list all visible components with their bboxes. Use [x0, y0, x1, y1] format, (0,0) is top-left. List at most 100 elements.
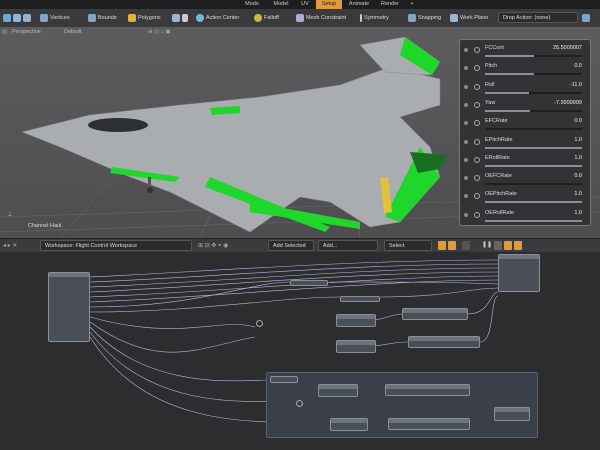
material-button[interactable] — [172, 12, 190, 24]
visibility-eye-icon[interactable] — [464, 194, 468, 199]
relay-dot-2[interactable] — [296, 400, 303, 407]
visibility-eye-icon[interactable] — [464, 157, 468, 162]
relay-dot-1[interactable] — [256, 320, 263, 327]
channel-slider[interactable] — [485, 91, 582, 94]
toolbar-extra-icons[interactable] — [582, 12, 592, 24]
orange-toggle-icon-2[interactable] — [448, 241, 456, 250]
falloff-button[interactable]: Falloff — [254, 12, 279, 24]
channel-slider[interactable] — [485, 146, 582, 149]
pause-icon[interactable]: ❚❚ — [482, 241, 492, 248]
backdrop-node-2[interactable] — [318, 384, 358, 397]
3d-viewport[interactable]: Perspective Default ⊕ ◎ ⌂ ▣ Channel Haul… — [0, 27, 600, 238]
keyframe-dot-icon[interactable] — [474, 211, 480, 218]
select-mode-icons[interactable] — [3, 12, 33, 24]
channel-row[interactable]: OEPitchRate 1.0 — [460, 189, 590, 208]
channel-value[interactable]: 1.0 — [574, 210, 582, 216]
grid-toggle-icon[interactable] — [462, 241, 470, 250]
channel-value[interactable]: -11.0 — [570, 82, 582, 88]
add-selected-button[interactable]: Add Selected — [268, 240, 314, 251]
keyframe-dot-icon[interactable] — [474, 120, 480, 127]
visibility-eye-icon[interactable] — [464, 102, 468, 107]
backdrop-node-4[interactable] — [494, 407, 530, 421]
backdrop-node-5[interactable] — [330, 418, 368, 431]
add-node-select[interactable]: Add... — [318, 240, 378, 251]
backdrop-node-6[interactable] — [388, 418, 470, 430]
channel-row[interactable]: EPitchRate 1.0 — [460, 135, 590, 154]
snapping-button[interactable]: Snapping — [408, 12, 441, 24]
channel-row[interactable]: FCCont 25.5000007 — [460, 43, 590, 62]
math-node-1[interactable] — [290, 280, 328, 286]
keyframe-dot-icon[interactable] — [474, 156, 480, 163]
keyframe-dot-icon[interactable] — [474, 193, 480, 200]
select-backdrop-button[interactable]: Select Backdrop — [384, 240, 432, 260]
channel-row[interactable]: Yaw -7.9999999 — [460, 98, 590, 117]
node-graph-canvas[interactable] — [0, 252, 600, 450]
channel-slider[interactable] — [485, 164, 582, 167]
channel-row[interactable]: Pitch 0.0 — [460, 61, 590, 80]
math-node-4[interactable] — [402, 308, 468, 320]
orange-toggle-icon-4[interactable] — [514, 241, 522, 250]
visibility-eye-icon[interactable] — [464, 176, 468, 181]
workspace-select[interactable]: Workspace: Flight Control Workspace — [40, 240, 192, 251]
channel-row[interactable]: EFCRate 0.0 — [460, 116, 590, 135]
channel-output-node[interactable] — [498, 254, 540, 292]
tab-model[interactable]: Model — [268, 0, 294, 9]
channel-slider[interactable] — [485, 183, 582, 186]
channel-slider[interactable] — [485, 109, 582, 112]
visibility-eye-icon[interactable] — [464, 139, 468, 144]
keyframe-dot-icon[interactable] — [474, 101, 480, 108]
channel-value[interactable]: 0.0 — [574, 63, 582, 69]
tab-setup[interactable]: Setup — [316, 0, 342, 9]
keyframe-dot-icon[interactable] — [474, 65, 480, 72]
symmetry-button[interactable]: Symmetry — [360, 12, 389, 24]
polygons-button[interactable]: Polygons — [128, 12, 161, 24]
tab-animate[interactable]: Animate — [344, 0, 374, 9]
channel-value[interactable]: -7.9999999 — [554, 100, 582, 106]
tab-modo[interactable]: Modo — [238, 0, 266, 9]
vertices-button[interactable]: Vertices — [40, 12, 70, 24]
node-toolbar-icons[interactable]: ⊞ ⊟ ✥ ⌖ ◉ — [198, 242, 228, 250]
math-node-6[interactable] — [408, 336, 480, 348]
visibility-eye-icon[interactable] — [464, 48, 468, 52]
layout-toggle-icon[interactable] — [494, 241, 502, 250]
orange-toggle-icon-3[interactable] — [504, 241, 512, 250]
channel-slider[interactable] — [485, 55, 582, 57]
channel-value[interactable]: 0.0 — [574, 173, 582, 179]
math-node-5[interactable] — [336, 340, 376, 353]
channel-row[interactable]: Roll -11.0 — [460, 80, 590, 99]
orange-toggle-icon[interactable] — [438, 241, 446, 250]
mesh-constraint-button[interactable]: Mesh Constraint — [296, 12, 346, 24]
drop-action-select[interactable]: Drop Action: (none) — [498, 12, 578, 23]
channel-value[interactable]: 1.0 — [574, 155, 582, 161]
visibility-eye-icon[interactable] — [464, 84, 468, 89]
channel-row[interactable]: OERollRate 1.0 — [460, 208, 590, 227]
keyframe-dot-icon[interactable] — [474, 138, 480, 145]
jet-model[interactable] — [0, 27, 460, 238]
backdrop-node-1[interactable] — [270, 376, 298, 383]
work-plane-button[interactable]: Work Plane — [450, 12, 488, 24]
tab-add[interactable]: + — [406, 0, 418, 9]
keyframe-dot-icon[interactable] — [474, 47, 480, 53]
channel-slider[interactable] — [485, 201, 582, 204]
channel-input-node[interactable] — [48, 272, 90, 342]
backdrop-node-3[interactable] — [385, 384, 470, 396]
channel-slider[interactable] — [485, 128, 582, 131]
channel-value[interactable]: 1.0 — [574, 191, 582, 197]
channel-slider[interactable] — [485, 219, 582, 222]
channel-row[interactable]: ERollRate 1.0 — [460, 153, 590, 172]
keyframe-dot-icon[interactable] — [474, 175, 480, 182]
keyframe-dot-icon[interactable] — [474, 83, 480, 90]
action-center-button[interactable]: Action Center — [196, 12, 239, 24]
visibility-eye-icon[interactable] — [464, 121, 468, 126]
channel-slider[interactable] — [485, 73, 582, 76]
bounds-button[interactable]: Bounds — [88, 12, 117, 24]
node-editor-menu-icons[interactable]: ◂ ▸ ✕ — [3, 242, 17, 249]
channel-value[interactable]: 0.0 — [574, 118, 582, 124]
math-node-3[interactable] — [336, 314, 376, 327]
visibility-eye-icon[interactable] — [464, 66, 468, 71]
tab-uv[interactable]: UV — [296, 0, 314, 9]
math-node-2[interactable] — [340, 296, 380, 302]
channel-value[interactable]: 25.5000007 — [553, 45, 582, 51]
tab-render[interactable]: Render — [376, 0, 404, 9]
channel-value[interactable]: 1.0 — [574, 137, 582, 143]
